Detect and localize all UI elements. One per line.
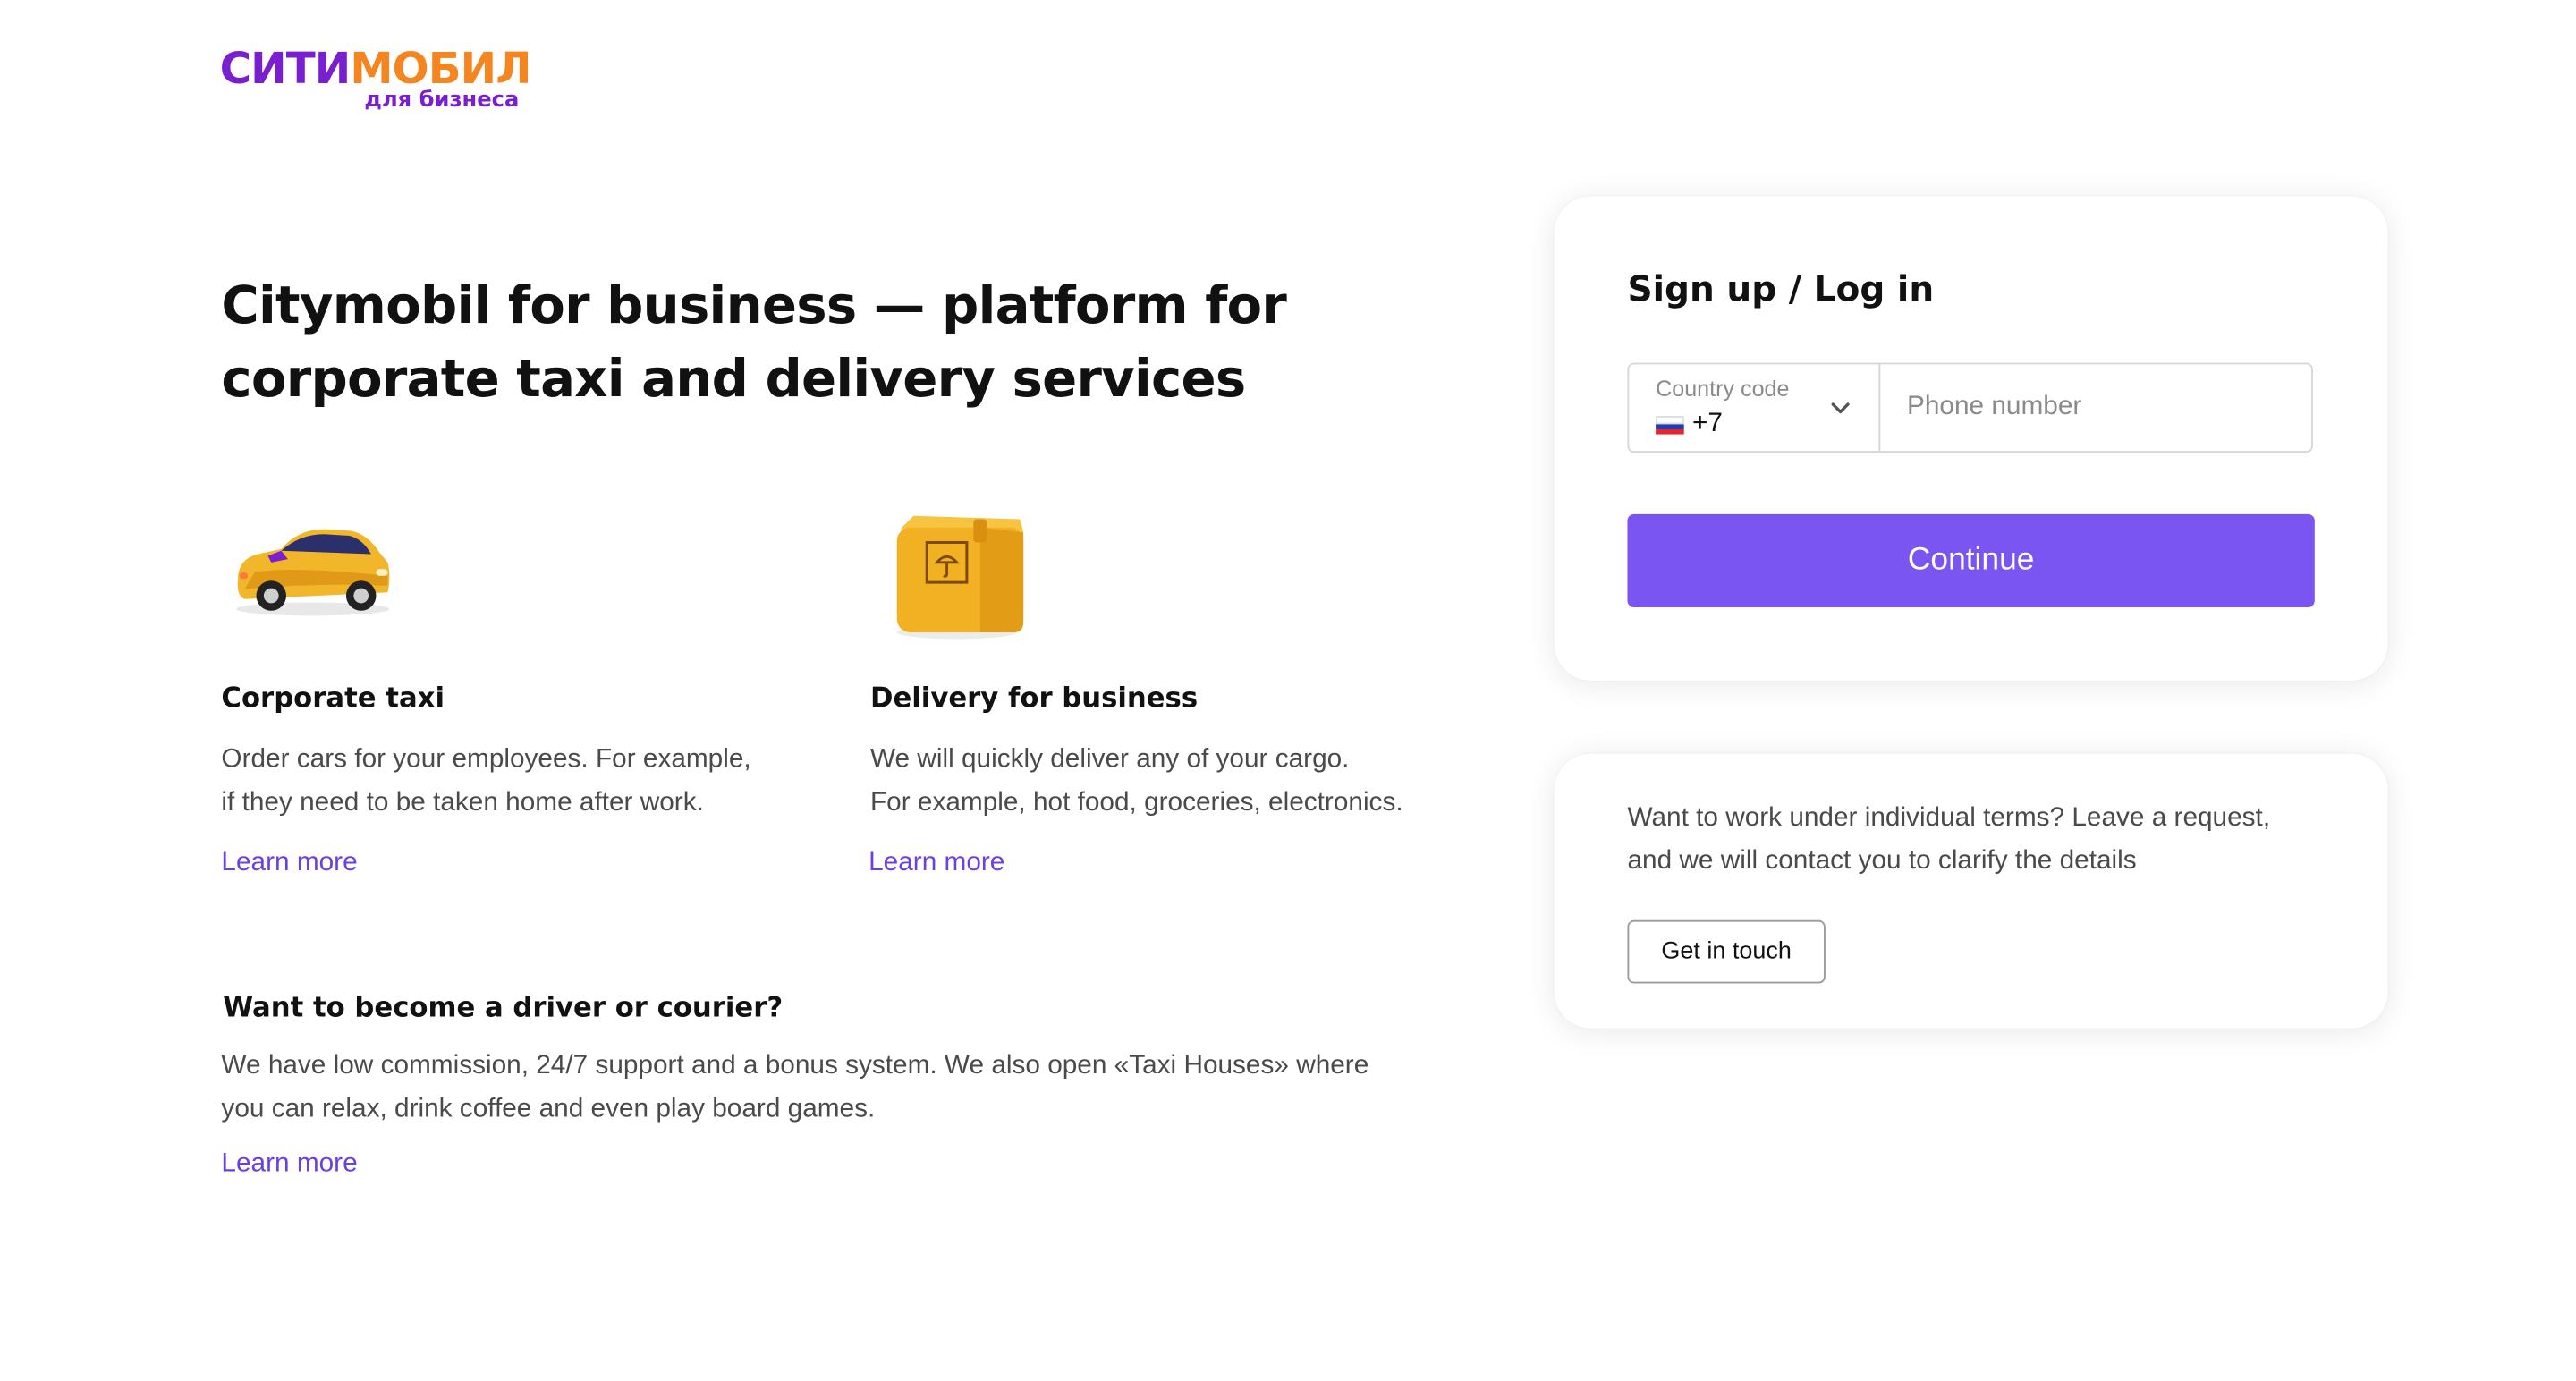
citymobil-logo[interactable]: СИТИМОБИЛ для бизнеса xyxy=(220,47,553,123)
taxi-car-icon xyxy=(221,499,404,648)
feature-description-line: if they need to be taken home after work… xyxy=(221,788,704,818)
driver-section-description: We have low commission, 24/7 support and… xyxy=(221,1045,1419,1131)
phone-number-input[interactable] xyxy=(1880,364,2312,452)
driver-section: Want to become a driver or courier? We h… xyxy=(221,992,1419,1180)
country-code-text: +7 xyxy=(1692,409,1723,438)
logo-wordmark-part1: СИТИ xyxy=(219,45,352,96)
feature-delivery: Delivery for business We will quickly de… xyxy=(869,499,1470,877)
learn-more-delivery-link[interactable]: Learn more xyxy=(869,849,1004,878)
russia-flag-icon xyxy=(1656,415,1684,434)
country-code-label: Country code xyxy=(1656,376,1790,402)
feature-description-line: Order cars for your employees. For examp… xyxy=(221,745,751,775)
login-card: Sign up / Log in Country code +7 Continu… xyxy=(1554,196,2388,681)
cargo-box-icon xyxy=(870,499,1054,648)
feature-title: Delivery for business xyxy=(869,682,1199,715)
page: СИТИМОБИЛ для бизнеса Citymobil for busi… xyxy=(0,0,2576,1381)
learn-more-driver-link[interactable]: Learn more xyxy=(221,1150,357,1180)
country-code-select[interactable]: Country code +7 xyxy=(1629,364,1881,452)
learn-more-taxi-link[interactable]: Learn more xyxy=(221,849,357,878)
feature-description: Order cars for your employees. For examp… xyxy=(221,739,820,826)
logo-subtitle: для бизнеса xyxy=(364,88,520,114)
page-title: Citymobil for business — platform for co… xyxy=(221,269,1286,416)
driver-description-line: you can relax, drink coffee and even pla… xyxy=(221,1095,876,1123)
contact-text-line: and we will contact you to clarify the d… xyxy=(1627,846,2137,876)
chevron-down-icon xyxy=(1831,402,1850,414)
contact-text: Want to work under individual terms? Lea… xyxy=(1627,797,2326,884)
driver-section-title: Want to become a driver or courier? xyxy=(223,991,784,1024)
contact-card: Want to work under individual terms? Lea… xyxy=(1554,753,2388,1029)
feature-description-line: We will quickly deliver any of your carg… xyxy=(869,745,1350,775)
continue-button[interactable]: Continue xyxy=(1627,513,2315,608)
feature-description-line: For example, hot food, groceries, electr… xyxy=(869,788,1403,818)
feature-corporate-taxi: Corporate taxi Order cars for your emplo… xyxy=(221,499,820,877)
driver-description-line: We have low commission, 24/7 support and… xyxy=(221,1051,1369,1080)
feature-title: Corporate taxi xyxy=(221,682,445,715)
contact-text-line: Want to work under individual terms? Lea… xyxy=(1627,803,2271,833)
country-code-value: +7 xyxy=(1656,410,1723,439)
feature-description: We will quickly deliver any of your carg… xyxy=(870,739,1470,826)
page-title-line1: Citymobil for business — platform for xyxy=(221,275,1287,336)
phone-input-group: Country code +7 xyxy=(1627,362,2313,453)
page-title-line2: corporate taxi and delivery services xyxy=(221,349,1246,410)
get-in-touch-button[interactable]: Get in touch xyxy=(1627,919,1826,984)
login-title: Sign up / Log in xyxy=(1627,269,1935,310)
logo-wordmark: СИТИМОБИЛ xyxy=(219,45,532,96)
